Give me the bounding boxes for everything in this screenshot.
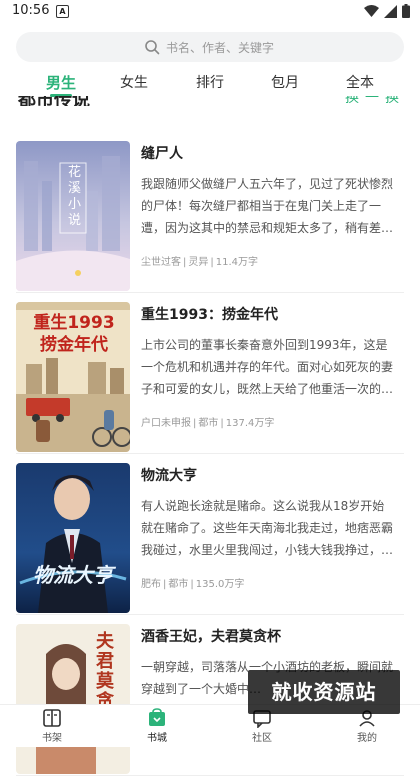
category-tabs: 男生 女生 排行 包月 全本 [0, 68, 420, 98]
tab-complete[interactable]: 全本 [346, 72, 374, 92]
book-author: 户口未申报 [141, 418, 191, 429]
book-word-count: 11.4万字 [215, 257, 259, 268]
book-description: 上市公司的董事长秦奋意外回到1993年，这是一个危机和机遇并存的年代。面对心如死… [141, 338, 393, 396]
book-description: 我跟随师父做缝尸人五六年了，见过了死状惨烈的尸体！每次缝尸都相当于在鬼门关上走了… [141, 177, 393, 235]
book-cover[interactable]: 花溪小说 [16, 141, 130, 291]
book-title[interactable]: 重生1993：捞金年代 [141, 304, 278, 324]
tab-monthly[interactable]: 包月 [271, 72, 299, 92]
nav-bookstore[interactable]: 书城 [122, 707, 192, 747]
section-header: 都市传说 换一换 [0, 96, 420, 106]
book-meta: 尘世过客 | 灵异 | 11.4万字 [141, 257, 259, 268]
cover-text: 物流大亨 [33, 563, 113, 587]
cover-image [16, 463, 130, 613]
tab-female[interactable]: 女生 [120, 72, 148, 92]
tab-ranking[interactable]: 排行 [196, 72, 224, 92]
notification-icon: A [56, 5, 69, 18]
wifi-icon [364, 5, 379, 17]
book-word-count: 135.0万字 [195, 579, 245, 590]
book-cover[interactable]: 物流大亨 [16, 463, 130, 613]
book-item[interactable]: 重生1993 捞金年代 重生1993：捞金年代 上市公司的董事长秦奋意外回到19… [0, 294, 420, 454]
cover-text: 重生1993 捞金年代 [33, 313, 115, 355]
nav-profile-label: 我的 [357, 733, 377, 744]
bookshelf-icon [43, 709, 61, 727]
battery-icon [402, 4, 410, 18]
book-title[interactable]: 缝尸人 [141, 143, 183, 163]
book-title[interactable]: 物流大亨 [141, 465, 197, 485]
book-description: 有人说跑长途就是赌命。这么说我从18岁开始就在赌命了。这些年天南海北我走过，地痞… [141, 499, 393, 557]
cover-text: 花溪小说 [68, 165, 82, 228]
book-meta: 户口未申报 | 都市 | 137.4万字 [141, 418, 275, 429]
book-meta: 肥布 | 都市 | 135.0万字 [141, 579, 245, 590]
watermark: 就收资源站 [248, 670, 400, 714]
status-bar: 10:56 A [0, 0, 420, 24]
book-author: 尘世过客 [141, 257, 181, 268]
book-category: 都市 [198, 418, 219, 429]
book-cover[interactable]: 重生1993 捞金年代 [16, 302, 130, 452]
search-placeholder: 书名、作者、关键字 [166, 41, 275, 55]
book-category: 灵异 [188, 257, 209, 268]
bookstore-icon [149, 708, 165, 726]
book-category: 都市 [168, 579, 189, 590]
nav-community-label: 社区 [252, 733, 272, 744]
refresh-link[interactable]: 换一换 [345, 96, 405, 106]
book-cover[interactable]: 夫君莫贪杯 [16, 624, 130, 774]
search-input[interactable]: 书名、作者、关键字 [16, 32, 404, 62]
status-time: 10:56 [12, 3, 50, 18]
book-word-count: 137.4万字 [225, 418, 275, 429]
tab-male[interactable]: 男生 [46, 72, 76, 93]
book-item[interactable]: 物流大亨 物流大亨 有人说跑长途就是赌命。这么说我从18岁开始就在赌命了。这些年… [0, 455, 420, 615]
search-icon [145, 40, 160, 55]
signal-icon [384, 4, 397, 18]
status-icons [364, 4, 410, 18]
nav-bookshelf[interactable]: 书架 [17, 707, 87, 747]
book-item[interactable]: 花溪小说 缝尸人 我跟随师父做缝尸人五六年了，见过了死状惨烈的尸体！每次缝尸都相… [0, 133, 420, 293]
nav-bookshelf-label: 书架 [42, 733, 62, 744]
book-title[interactable]: 酒香王妃，夫君莫贪杯 [141, 626, 281, 646]
book-author: 肥布 [141, 579, 161, 590]
section-title: 都市传说 [18, 96, 90, 106]
nav-bookstore-label: 书城 [147, 733, 167, 744]
